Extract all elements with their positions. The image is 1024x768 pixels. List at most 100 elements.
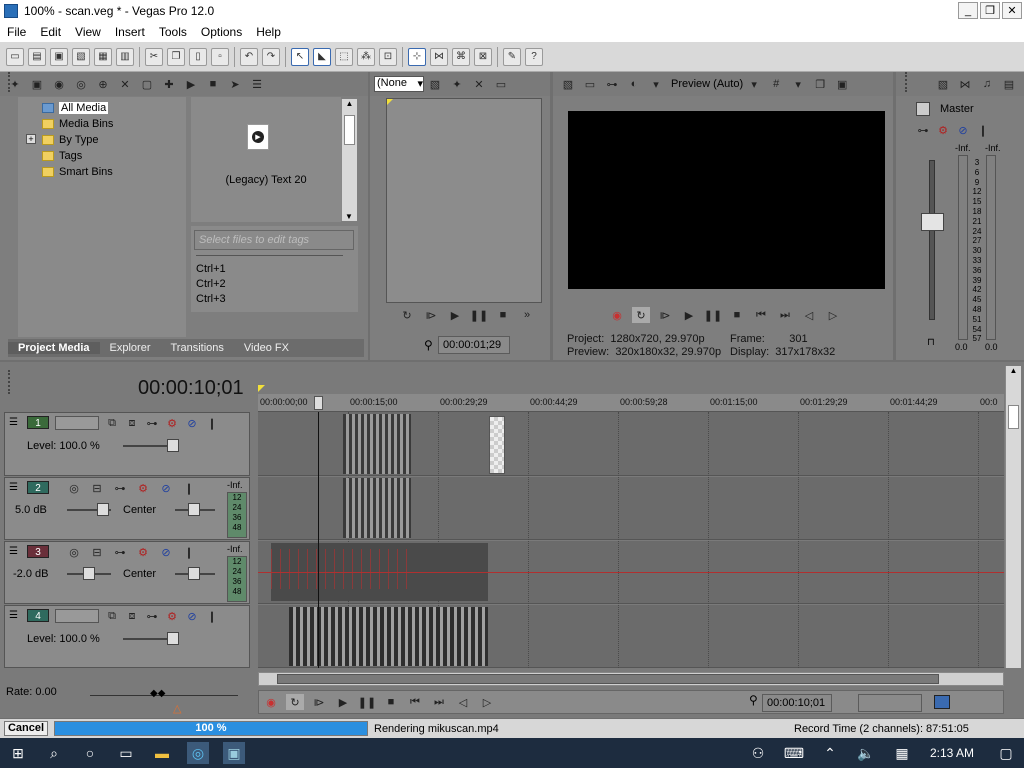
arm-record-icon[interactable]: ◎: [65, 544, 83, 560]
track-fx-gear-icon[interactable]: ⚙: [134, 480, 152, 496]
mixer-properties-icon[interactable]: ▧: [935, 76, 951, 92]
master-fader-handle[interactable]: [921, 213, 944, 231]
auto-ripple-icon[interactable]: ⁂: [357, 47, 375, 66]
mute-icon[interactable]: ⊘: [157, 544, 175, 560]
play-from-start-icon[interactable]: ⧐: [422, 307, 440, 323]
volume-slider-3[interactable]: [83, 567, 95, 580]
selection-box-icon[interactable]: ⊠: [474, 47, 492, 66]
track-fx-gear-icon[interactable]: ⚙: [163, 415, 181, 431]
arm-record-icon[interactable]: ◎: [65, 480, 83, 496]
snapping-icon[interactable]: ⊹: [408, 47, 426, 66]
browser-icon[interactable]: ◎: [187, 742, 209, 764]
open-icon[interactable]: ▤: [28, 47, 46, 66]
compositing-mode-icon[interactable]: ⧉: [103, 415, 121, 431]
capture-icon[interactable]: ▣: [29, 76, 45, 92]
trimmer-auto-icon[interactable]: ✦: [449, 76, 465, 92]
action-center-icon[interactable]: ▢: [995, 742, 1017, 764]
shortcut-3[interactable]: Ctrl+3: [196, 292, 226, 307]
people-icon[interactable]: ⚇: [747, 742, 769, 764]
collapse-icon[interactable]: ☰: [9, 417, 18, 428]
cortana-icon[interactable]: ○: [79, 742, 101, 764]
master-gear-icon[interactable]: ⚙: [934, 122, 952, 138]
tree-item-tags[interactable]: Tags: [42, 148, 82, 163]
media-list-scrollbar[interactable]: ▲ ▼: [341, 99, 357, 221]
redo-icon[interactable]: ↷: [262, 47, 280, 66]
record-icon[interactable]: ◉: [608, 307, 626, 323]
delete-icon[interactable]: ▫: [211, 47, 229, 66]
close-button[interactable]: ✕: [1002, 2, 1022, 19]
loop-icon[interactable]: ↻: [632, 307, 650, 323]
shortcut-1[interactable]: Ctrl+1: [196, 262, 226, 277]
undo-icon[interactable]: ↶: [240, 47, 258, 66]
split-screen-icon[interactable]: ◐: [626, 76, 642, 92]
mute-icon[interactable]: ⊘: [183, 608, 201, 624]
stop-icon[interactable]: ■: [494, 307, 512, 323]
panel-grip[interactable]: [8, 72, 12, 92]
minimize-button[interactable]: _: [958, 2, 978, 19]
solo-icon[interactable]: ❙: [180, 480, 198, 496]
track-motion-icon[interactable]: ⊶: [143, 415, 161, 431]
envelope-tool-icon[interactable]: ◣: [313, 47, 331, 66]
tab-transitions[interactable]: Transitions: [161, 342, 234, 354]
go-to-start-icon[interactable]: ⏮: [752, 307, 770, 323]
pan-slider-2[interactable]: [188, 503, 200, 516]
restore-button[interactable]: ❐: [980, 2, 1000, 19]
tree-item-smart-bins[interactable]: Smart Bins: [42, 164, 113, 179]
timeline-vertical-scrollbar[interactable]: ▲: [1005, 366, 1021, 668]
loop-icon[interactable]: ↻: [398, 307, 416, 323]
solo-icon[interactable]: ❙: [203, 608, 221, 624]
next-frame-icon[interactable]: ▷: [478, 694, 496, 710]
trimmer-dropdown[interactable]: (None ▾: [374, 76, 424, 92]
loop-icon[interactable]: ↻: [286, 694, 304, 710]
master-fader-track[interactable]: [929, 160, 935, 320]
pause-icon[interactable]: ❚❚: [704, 307, 722, 323]
timeline-horizontal-scrollbar[interactable]: [258, 672, 1004, 686]
downmix-icon[interactable]: ⋈: [957, 76, 973, 92]
remove-media-icon[interactable]: ✕: [117, 76, 133, 92]
selection-length-field[interactable]: [858, 694, 922, 712]
next-frame-icon[interactable]: ▷: [824, 307, 842, 323]
stop-media-icon[interactable]: ■: [205, 76, 221, 92]
normal-edit-tool-icon[interactable]: ↖: [291, 47, 309, 66]
stop-icon[interactable]: ■: [728, 307, 746, 323]
lock-icon[interactable]: ⊓: [927, 337, 935, 348]
play-from-start-icon[interactable]: ⧐: [310, 694, 328, 710]
expand-icon[interactable]: +: [26, 134, 36, 144]
pan-slider-3[interactable]: [188, 567, 200, 580]
collapse-icon[interactable]: ☰: [9, 482, 18, 493]
brush-icon[interactable]: ✎: [503, 47, 521, 66]
mute-icon[interactable]: ⊘: [157, 480, 175, 496]
auto-preview-icon[interactable]: ➤: [227, 76, 243, 92]
play-icon[interactable]: ▶: [680, 307, 698, 323]
solo-icon[interactable]: ❙: [180, 544, 198, 560]
image-icon[interactable]: [934, 695, 950, 709]
chevron-down-icon[interactable]: ▾: [746, 76, 762, 92]
track-fx-icon[interactable]: ⊶: [111, 544, 129, 560]
preview-quality-dropdown[interactable]: Preview (Auto): [671, 78, 743, 90]
tab-video-fx[interactable]: Video FX: [234, 342, 299, 354]
record-icon[interactable]: ◉: [262, 694, 280, 710]
menu-tools[interactable]: Tools: [152, 25, 194, 39]
search-icon[interactable]: ⌕: [43, 742, 65, 764]
search-media-icon[interactable]: ⊕: [95, 76, 111, 92]
audio-clip-track-2[interactable]: [343, 478, 411, 538]
fx-icon[interactable]: ⊶: [604, 76, 620, 92]
windows-start-icon[interactable]: ⊞: [7, 742, 29, 764]
network-icon[interactable]: ▦: [891, 742, 913, 764]
collapse-icon[interactable]: ☰: [9, 546, 18, 557]
volume-envelope[interactable]: [258, 572, 1004, 573]
menu-help[interactable]: Help: [249, 25, 288, 39]
clock[interactable]: 2:13 AM: [930, 746, 974, 760]
tab-explorer[interactable]: Explorer: [100, 342, 161, 354]
bin-icon[interactable]: ▢: [139, 76, 155, 92]
views-icon[interactable]: ☰: [249, 76, 265, 92]
tree-item-by-type[interactable]: By Type: [42, 132, 99, 147]
mixer-menu-icon[interactable]: ▤: [1001, 76, 1017, 92]
trimmer-view[interactable]: [386, 98, 542, 303]
rate-slider-icon[interactable]: ◆◆: [150, 688, 165, 699]
tag-input[interactable]: Select files to edit tags: [194, 230, 354, 250]
save-snapshot-icon[interactable]: ▣: [834, 76, 850, 92]
play-from-start-icon[interactable]: ⧐: [656, 307, 674, 323]
track-header-1[interactable]: ☰ 1 ⧉ ⧈ ⊶ ⚙ ⊘ ❙ Level: 100.0 %: [4, 412, 250, 476]
collapse-icon[interactable]: ☰: [9, 610, 18, 621]
